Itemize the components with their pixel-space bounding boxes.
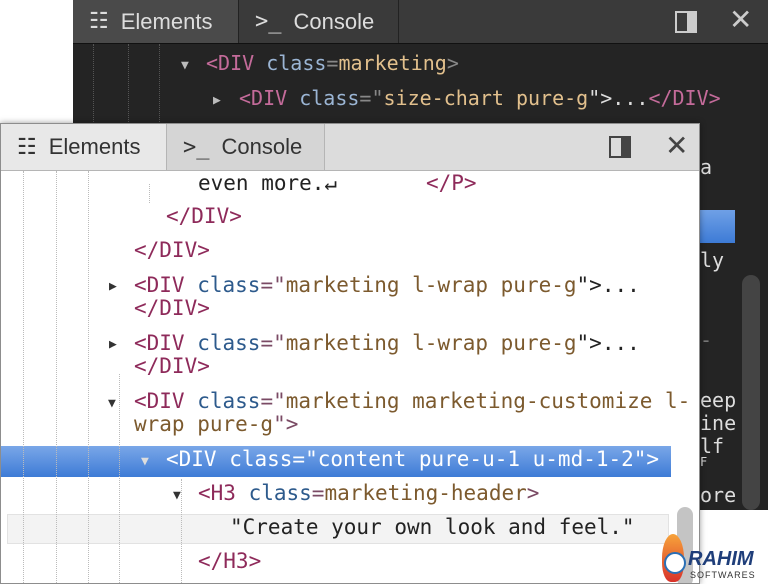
dom-node-continued[interactable]: wrap pure-g"> [134, 412, 298, 436]
dom-node[interactable]: </DIV> [134, 354, 210, 378]
elements-icon: ☷ [17, 134, 37, 160]
dom-node[interactable]: <DIV class="size-chart pure-g">...</DIV> [239, 86, 721, 110]
back-toolbar: ☷ Elements >_ Console ✕ [73, 0, 768, 44]
collapse-arrow-icon[interactable]: ▶ [109, 279, 117, 294]
dom-node[interactable]: </DIV> [166, 204, 242, 228]
elements-icon: ☷ [89, 9, 109, 34]
clipped-text: eep [700, 388, 737, 412]
clipped-text: ine [700, 411, 737, 435]
dom-node[interactable]: <DIV class="marketing l-wrap pure-g">... [134, 273, 640, 297]
indent-guide [149, 184, 150, 203]
close-icon[interactable]: ✕ [665, 129, 688, 162]
indent-guide [88, 171, 89, 583]
tab-elements[interactable]: ☷ Elements [73, 0, 239, 43]
text-node[interactable]: even more.↵ [198, 171, 337, 195]
close-icon[interactable]: ✕ [729, 3, 752, 36]
indent-guide [56, 171, 57, 583]
text-node[interactable]: "Create your own look and feel." [230, 515, 635, 539]
watermark-logo: RAHIM SOFTWARES [660, 530, 768, 584]
dock-icon[interactable] [609, 136, 631, 158]
clipped-text: a [700, 155, 713, 179]
tab-elements[interactable]: ☷ Elements [1, 124, 167, 170]
console-icon: >_ [183, 134, 210, 160]
expand-arrow-icon[interactable]: ▼ [181, 58, 189, 73]
front-toolbar: ☷ Elements >_ Console ✕ [1, 124, 699, 171]
expand-arrow-icon[interactable]: ▼ [108, 396, 116, 411]
indent-guide [181, 479, 182, 583]
front-devtools-panel: ☷ Elements >_ Console ✕ even more.↵ </P> <… [0, 123, 700, 584]
selected-dom-node[interactable]: <DIV class="content pure-u-1 u-md-1-2"> [166, 447, 659, 471]
clipped-text: F [700, 455, 708, 469]
dom-node[interactable]: </P> [426, 171, 477, 195]
indent-guide [119, 374, 120, 583]
console-icon: >_ [255, 9, 282, 34]
dom-node[interactable]: </DIV> [134, 238, 210, 262]
dom-node[interactable]: <DIV class="marketing marketing-customiz… [134, 389, 690, 413]
dom-node[interactable]: <DIV class=marketing> [206, 51, 459, 75]
dom-node[interactable]: </H3> [198, 549, 261, 573]
tab-console[interactable]: >_ Console [167, 124, 325, 170]
collapse-arrow-icon[interactable]: ▶ [109, 337, 117, 352]
dom-node[interactable]: <H3 class=marketing-header> [198, 481, 539, 505]
dock-icon[interactable] [675, 11, 697, 33]
expand-arrow-icon[interactable]: ▼ [173, 488, 181, 503]
clipped-text: ly [700, 248, 725, 272]
selected-row [700, 210, 735, 243]
collapse-arrow-icon[interactable]: ▶ [213, 93, 221, 108]
tab-console[interactable]: >_ Console [239, 0, 399, 43]
dom-node[interactable]: </DIV> [134, 296, 210, 320]
clipped-text: - [700, 328, 713, 352]
dom-node[interactable]: <DIV class="marketing l-wrap pure-g">... [134, 331, 640, 355]
indent-guide [23, 171, 24, 583]
expand-arrow-icon[interactable]: ▼ [141, 454, 149, 469]
clipped-text: ore [700, 483, 737, 507]
scrollbar-thumb[interactable] [742, 275, 760, 510]
